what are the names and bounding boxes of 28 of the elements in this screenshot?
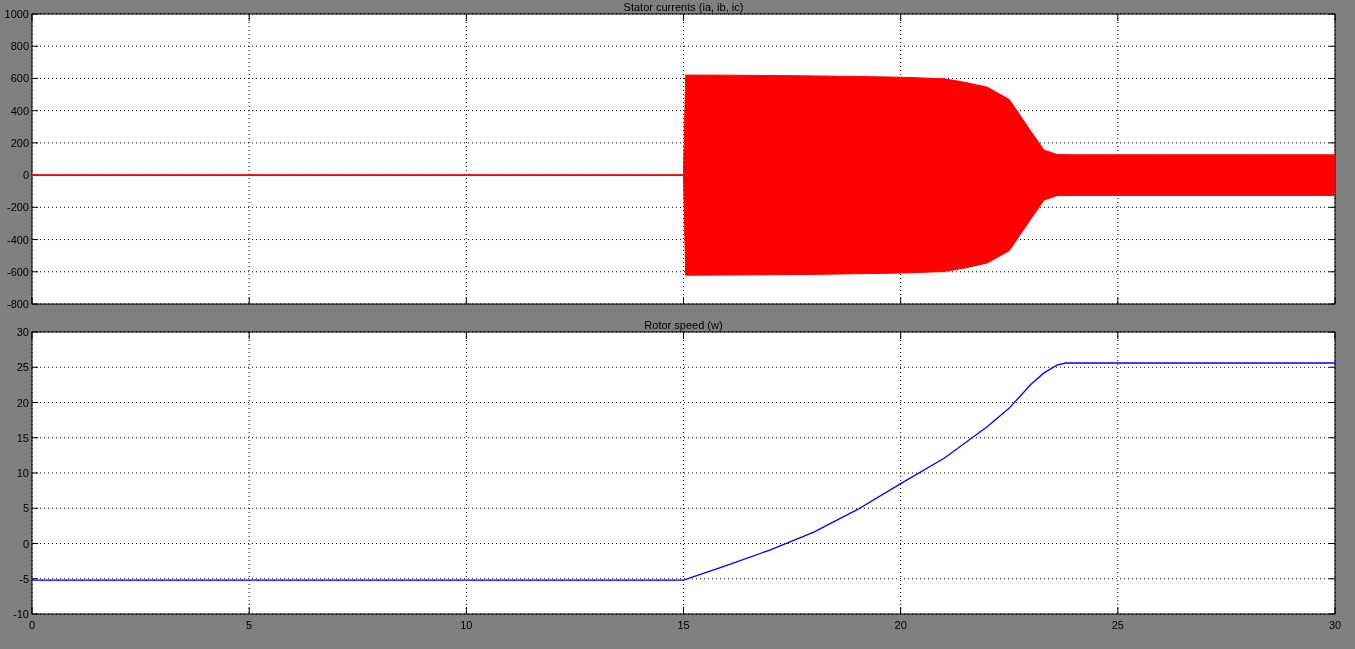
y-tick-label: -400 xyxy=(6,233,29,246)
x-tick-label: 30 xyxy=(1328,619,1342,631)
y-tick-label: -5 xyxy=(19,572,29,585)
y-tick-label: 0 xyxy=(22,169,29,182)
chart-title: Stator currents (ia, ib, ic) xyxy=(623,1,744,13)
y-tick-label: 400 xyxy=(10,104,29,117)
y-tick-label: 15 xyxy=(16,431,29,444)
y-tick-label: 10 xyxy=(16,467,29,479)
y-tick-label: 30 xyxy=(16,326,29,338)
x-tick-label: 15 xyxy=(677,619,690,631)
x-tick-label: 20 xyxy=(894,619,907,631)
y-tick-label: 0 xyxy=(22,537,29,550)
y-tick-label: 1000 xyxy=(4,8,29,20)
chart-title: Rotor speed (w) xyxy=(644,319,723,331)
y-tick-label: 200 xyxy=(10,136,29,149)
x-tick-label: 5 xyxy=(246,619,253,631)
y-tick-label: 25 xyxy=(16,361,29,374)
y-tick-label: -600 xyxy=(6,265,29,278)
y-tick-label: -800 xyxy=(6,298,29,310)
y-tick-label: 600 xyxy=(10,72,29,85)
x-tick-label: 0 xyxy=(28,619,36,631)
x-tick-label: 10 xyxy=(460,619,473,631)
y-tick-label: 5 xyxy=(22,502,29,515)
y-tick-label: 20 xyxy=(16,396,29,409)
y-tick-label: 800 xyxy=(10,40,29,53)
x-tick-label: 25 xyxy=(1111,619,1124,631)
y-tick-label: -10 xyxy=(13,608,29,620)
y-tick-label: -200 xyxy=(6,201,29,214)
